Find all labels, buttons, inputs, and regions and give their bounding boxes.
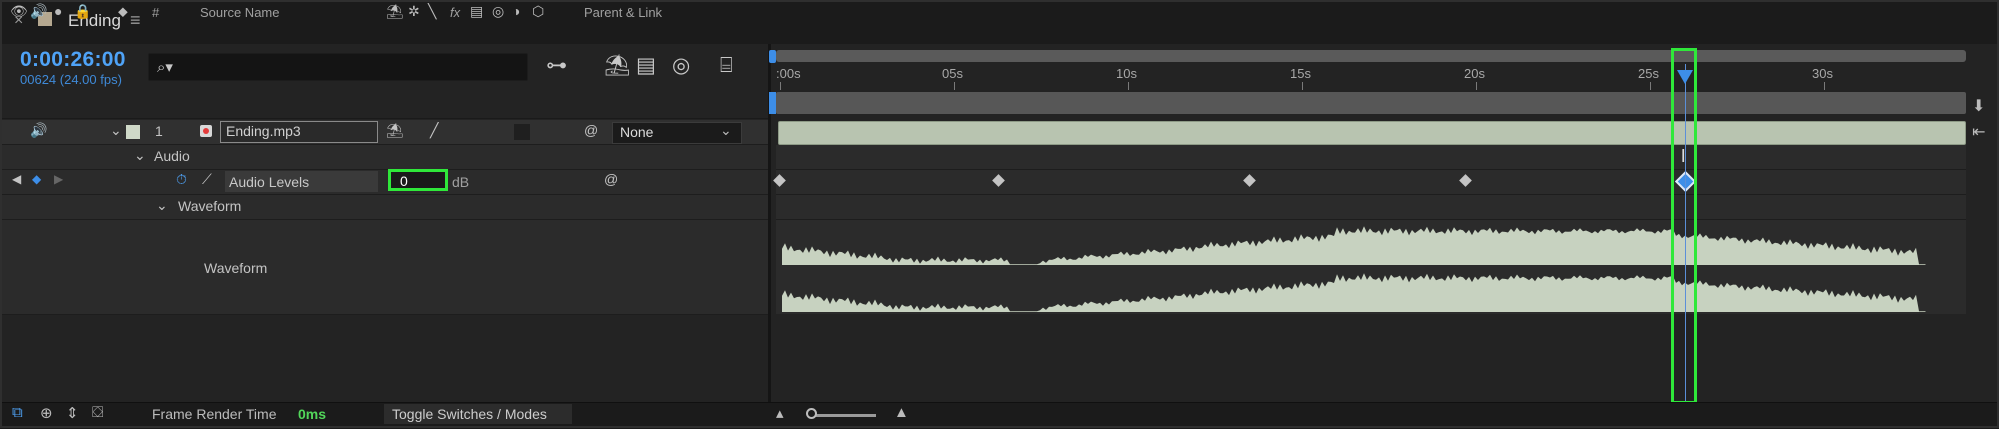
- frame-count-display: 00624 (24.00 fps): [20, 72, 122, 87]
- ruler-tick: [1824, 82, 1825, 90]
- ruler-label: 30s: [1812, 66, 1833, 81]
- layer-out-point-icon[interactable]: ⇤: [1972, 122, 1985, 142]
- motion-blur-icon[interactable]: ◎: [672, 54, 690, 78]
- ruler-tick: [1128, 82, 1129, 90]
- waveform-group-lane: [776, 195, 1966, 220]
- zoom-slider-track[interactable]: [808, 414, 876, 417]
- toggle-switches-modes-label: Toggle Switches / Modes: [392, 406, 547, 422]
- layer-column-header: [0, 94, 770, 119]
- navigator-start-handle[interactable]: [769, 50, 776, 63]
- chevron-down-icon: ⌄: [720, 122, 732, 138]
- label-tag-icon: ⬥: [118, 3, 128, 19]
- layer-number: 1: [155, 123, 163, 139]
- audio-waveform: [782, 226, 1926, 312]
- search-input[interactable]: ⌕▾: [148, 53, 528, 81]
- audio-group-lane: [776, 145, 1966, 170]
- effects-switch-icon: fx: [450, 5, 461, 20]
- video-eye-icon: 👁: [10, 3, 28, 19]
- frame-render-time-label: Frame Render Time: [152, 406, 277, 422]
- collapse-switch-icon: ✲: [408, 3, 420, 19]
- audio-toggle-icon[interactable]: 🔊: [30, 122, 47, 139]
- 3d-layer-switch-icon: ⬡: [532, 3, 545, 19]
- work-area-bar[interactable]: [776, 92, 1966, 114]
- quality-switch-icon: ╲: [428, 3, 437, 19]
- ruler-label: 05s: [942, 66, 963, 81]
- parent-link-column-header[interactable]: Parent & Link: [584, 5, 662, 20]
- ruler-label: 10s: [1116, 66, 1137, 81]
- layer-duration-bar[interactable]: [778, 121, 1966, 145]
- audio-levels-row: [0, 170, 770, 195]
- layer-switches-pane-icon[interactable]: ⧉: [12, 404, 23, 421]
- waveform-property-label: Waveform: [204, 260, 268, 276]
- waveform-lane: [776, 220, 1966, 314]
- audio-file-badge: [203, 128, 209, 134]
- transfer-controls-pane-icon[interactable]: ⊕: [40, 404, 53, 422]
- waveform-group-label[interactable]: Waveform: [178, 198, 241, 214]
- time-navigator-bar[interactable]: [776, 50, 1966, 62]
- waveform-group-chevron-icon[interactable]: ⌄: [156, 197, 168, 214]
- render-time-pane-icon[interactable]: ⛋: [92, 404, 103, 421]
- ruler-tick: [1302, 82, 1303, 90]
- frame-blending-icon[interactable]: ▤: [636, 54, 656, 78]
- ruler-tick: [1476, 82, 1477, 90]
- shy-layers-icon[interactable]: ⛱: [604, 54, 631, 78]
- zoom-in-icon[interactable]: ▲: [894, 404, 909, 421]
- solo-icon: ●: [54, 3, 63, 19]
- ruler-label: 15s: [1290, 66, 1311, 81]
- audio-levels-value-field[interactable]: [388, 169, 448, 191]
- layer-label-color[interactable]: [126, 125, 140, 139]
- layer-quality-switch-icon[interactable]: ╱: [430, 122, 438, 139]
- shy-switch-icon: ⛱: [386, 3, 404, 19]
- audio-group-label[interactable]: Audio: [154, 148, 190, 164]
- motion-blur-switch-icon: ◎: [492, 3, 505, 19]
- stopwatch-icon[interactable]: ⏱: [176, 171, 187, 188]
- previous-keyframe-icon[interactable]: ◀: [12, 172, 21, 186]
- frame-render-time-value: 0ms: [298, 406, 327, 422]
- audio-group-row: [0, 145, 770, 170]
- audio-levels-lane: [776, 170, 1966, 195]
- layer-collapse-chevron-icon[interactable]: ⌄: [110, 122, 122, 139]
- layer-3d-switch[interactable]: [514, 124, 530, 140]
- waveform-group-row: [0, 195, 770, 220]
- adjustment-layer-switch-icon: ◑: [512, 3, 521, 19]
- playhead-highlight: [1670, 48, 1697, 404]
- work-area-start-handle[interactable]: [769, 92, 776, 114]
- in-out-pane-icon[interactable]: ⇕: [66, 404, 79, 422]
- panel-menu-icon[interactable]: ≡: [130, 10, 141, 31]
- layer-name[interactable]: Ending.mp3: [226, 123, 301, 139]
- frame-blend-switch-icon: ▤: [470, 3, 484, 19]
- lock-icon: 🔒: [74, 3, 92, 19]
- audio-group-chevron-icon[interactable]: ⌄: [134, 147, 146, 164]
- waveform-property-row: [0, 220, 770, 315]
- tab-bar: [0, 0, 1999, 44]
- source-name-column-header[interactable]: Source Name: [200, 5, 279, 20]
- pick-whip-icon[interactable]: @: [584, 122, 598, 138]
- ruler-tick: [780, 82, 781, 90]
- ruler-tick: [1650, 82, 1651, 90]
- ruler-label: :00s: [776, 66, 801, 81]
- audio-speaker-icon: 🔊: [30, 3, 48, 19]
- audio-levels-label: Audio Levels: [229, 174, 310, 190]
- text-cursor-icon: I: [1680, 146, 1686, 166]
- comp-marker-bin-icon[interactable]: ⬇: [1972, 96, 1985, 116]
- current-time-display[interactable]: 0:00:26:00: [20, 48, 126, 72]
- zoom-slider-knob[interactable]: [806, 408, 817, 419]
- graph-editor-icon[interactable]: ⌸: [720, 54, 733, 78]
- number-column-header: #: [152, 5, 160, 20]
- graph-editor-toggle-icon[interactable]: ⟋: [202, 171, 212, 188]
- zoom-out-icon[interactable]: ▴: [776, 404, 784, 422]
- ruler-tick: [954, 82, 955, 90]
- audio-levels-unit: dB: [452, 174, 470, 190]
- ruler-label: 25s: [1638, 66, 1659, 81]
- add-keyframe-icon[interactable]: ◆: [32, 172, 41, 186]
- next-keyframe-icon[interactable]: ▶: [54, 172, 63, 186]
- search-icon: ⌕▾: [157, 59, 173, 76]
- ruler-label: 20s: [1464, 66, 1485, 81]
- audio-levels-value[interactable]: 0: [400, 173, 408, 189]
- composition-mini-flowchart-icon[interactable]: ⊶: [546, 54, 567, 78]
- layer-shy-switch-icon[interactable]: ⛱: [386, 122, 404, 139]
- audio-file-icon: [200, 125, 212, 137]
- parent-dropdown-value: None: [620, 124, 654, 140]
- expression-pick-whip-icon[interactable]: @: [604, 171, 618, 187]
